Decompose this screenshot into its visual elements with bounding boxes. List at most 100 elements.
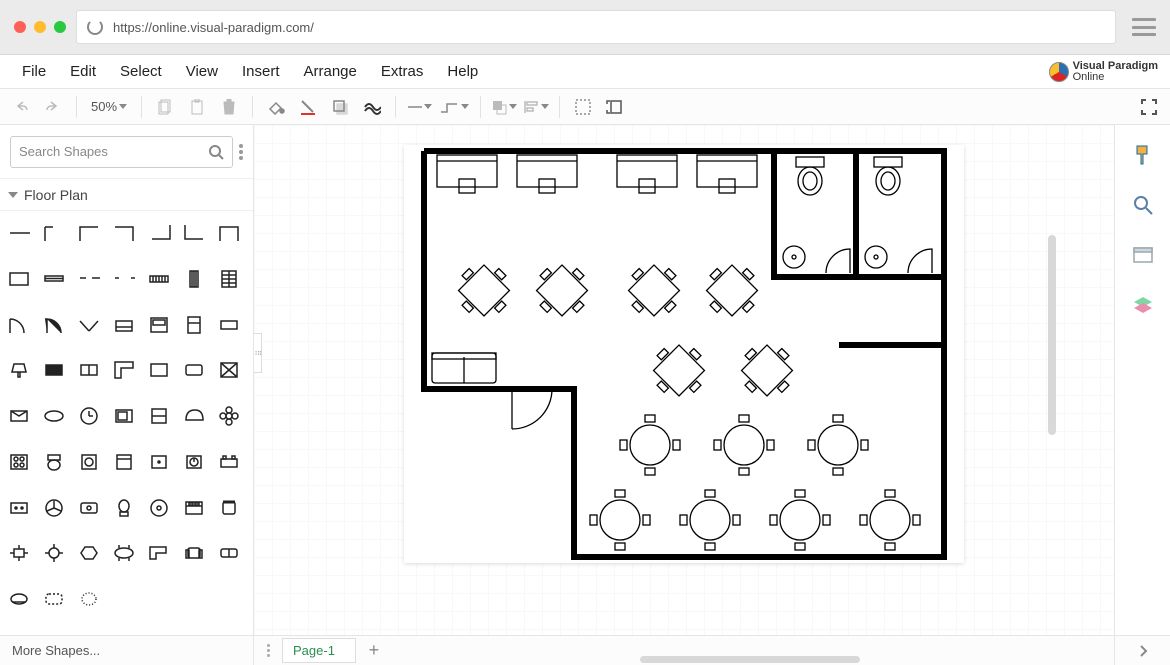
menu-arrange[interactable]: Arrange <box>292 59 369 84</box>
menu-insert[interactable]: Insert <box>230 59 292 84</box>
tab-reorder-handle[interactable] <box>260 644 276 657</box>
expand-right-rail[interactable] <box>1114 636 1170 665</box>
copy-button[interactable] <box>152 94 178 120</box>
shape-table-hex[interactable] <box>76 541 104 565</box>
shape-cooktop[interactable] <box>6 450 34 474</box>
menu-file[interactable]: File <box>10 59 58 84</box>
shape-envelope[interactable] <box>6 404 34 428</box>
minimize-window-button[interactable] <box>34 21 46 33</box>
floor-plan-panel-header[interactable]: Floor Plan <box>0 179 253 211</box>
browser-menu-button[interactable] <box>1132 18 1156 36</box>
layers-button[interactable] <box>1131 293 1155 317</box>
shape-x-box[interactable] <box>216 358 244 382</box>
shape-microwave[interactable] <box>111 404 139 428</box>
shape-table-4[interactable] <box>6 541 34 565</box>
menu-edit[interactable]: Edit <box>58 59 108 84</box>
shape-window-double[interactable] <box>41 267 69 291</box>
shape-outlet[interactable] <box>146 450 174 474</box>
shape-corner-nw[interactable] <box>76 221 104 245</box>
shape-disc[interactable] <box>146 496 174 520</box>
search-shapes-input[interactable]: Search Shapes <box>10 136 233 168</box>
shape-clock[interactable] <box>76 404 104 428</box>
shape-fan[interactable] <box>41 496 69 520</box>
format-panel-button[interactable] <box>1131 143 1155 167</box>
style-button[interactable] <box>359 94 385 120</box>
sidebar-options-button[interactable] <box>239 144 243 160</box>
delete-button[interactable] <box>216 94 242 120</box>
shape-wall-end[interactable] <box>41 221 69 245</box>
shape-chair-top[interactable] <box>216 496 244 520</box>
menu-select[interactable]: Select <box>108 59 174 84</box>
shape-counter[interactable] <box>216 313 244 337</box>
menu-view[interactable]: View <box>174 59 230 84</box>
align-button[interactable] <box>523 94 549 120</box>
shape-lamp[interactable] <box>6 358 34 382</box>
fullscreen-button[interactable] <box>1136 94 1162 120</box>
shape-washer[interactable] <box>76 450 104 474</box>
shape-dresser[interactable] <box>6 496 34 520</box>
shape-stove[interactable] <box>146 313 174 337</box>
paste-button[interactable] <box>184 94 210 120</box>
add-page-button[interactable]: + <box>362 640 386 662</box>
shape-shelf[interactable] <box>216 450 244 474</box>
zoom-dropdown[interactable]: 50% <box>87 99 131 114</box>
horizontal-scrollbar[interactable] <box>386 636 1114 665</box>
shape-fridge[interactable] <box>181 313 209 337</box>
shape-loveseat[interactable] <box>216 541 244 565</box>
shape-stairs-1[interactable] <box>216 267 244 291</box>
maximize-window-button[interactable] <box>54 21 66 33</box>
shape-switch[interactable] <box>181 450 209 474</box>
drawing-paper[interactable] <box>404 145 964 563</box>
shape-opening-wide[interactable] <box>111 267 139 291</box>
outline-button[interactable] <box>1131 243 1155 267</box>
brand-logo[interactable]: Visual Paradigm Online <box>1049 61 1158 83</box>
shape-ottoman[interactable] <box>6 587 34 611</box>
shape-screen[interactable] <box>181 358 209 382</box>
shadow-button[interactable] <box>327 94 353 120</box>
waypoint-button[interactable] <box>438 94 470 120</box>
redo-button[interactable] <box>40 94 66 120</box>
shape-desk[interactable] <box>146 358 174 382</box>
shape-wall[interactable] <box>6 221 34 245</box>
select-region-button[interactable] <box>570 94 596 120</box>
shape-wall-u[interactable] <box>216 221 244 245</box>
undo-button[interactable] <box>8 94 34 120</box>
fit-page-button[interactable] <box>602 94 628 120</box>
shape-window[interactable] <box>6 267 34 291</box>
shape-cabinet[interactable] <box>76 358 104 382</box>
shape-opening[interactable] <box>76 267 104 291</box>
shape-flower[interactable] <box>216 404 244 428</box>
to-front-button[interactable] <box>491 94 517 120</box>
close-window-button[interactable] <box>14 21 26 33</box>
shape-tv[interactable] <box>41 358 69 382</box>
shape-sink-2[interactable] <box>76 496 104 520</box>
shape-door-quarter[interactable] <box>41 313 69 337</box>
shape-drawer[interactable] <box>146 404 174 428</box>
address-bar[interactable]: https://online.visual-paradigm.com/ <box>76 10 1116 44</box>
menu-help[interactable]: Help <box>435 59 490 84</box>
shape-sink-1[interactable] <box>111 313 139 337</box>
connection-button[interactable] <box>406 94 432 120</box>
vertical-scrollbar[interactable] <box>1048 235 1056 435</box>
reload-icon[interactable] <box>87 19 103 35</box>
shape-door-double[interactable] <box>76 313 104 337</box>
shape-plant[interactable] <box>76 587 104 611</box>
shape-toilet-top[interactable] <box>41 450 69 474</box>
shape-toilet-side[interactable] <box>111 496 139 520</box>
shape-door-arc[interactable] <box>6 313 34 337</box>
shape-piano[interactable] <box>181 404 209 428</box>
shape-armchair[interactable] <box>181 541 209 565</box>
line-color-button[interactable] <box>295 94 321 120</box>
shape-rug[interactable] <box>41 587 69 611</box>
canvas[interactable] <box>254 125 1114 635</box>
shape-bathtub[interactable] <box>41 404 69 428</box>
shape-counter-l[interactable] <box>111 358 139 382</box>
shape-dishwasher[interactable] <box>111 450 139 474</box>
menu-extras[interactable]: Extras <box>369 59 436 84</box>
shape-table-round-4[interactable] <box>41 541 69 565</box>
shape-column[interactable] <box>181 267 209 291</box>
fill-color-button[interactable] <box>263 94 289 120</box>
sidebar-collapse-handle[interactable]: ⠿ <box>254 333 262 373</box>
tab-page-1[interactable]: Page-1 <box>282 638 356 663</box>
shape-corner-se[interactable] <box>146 221 174 245</box>
